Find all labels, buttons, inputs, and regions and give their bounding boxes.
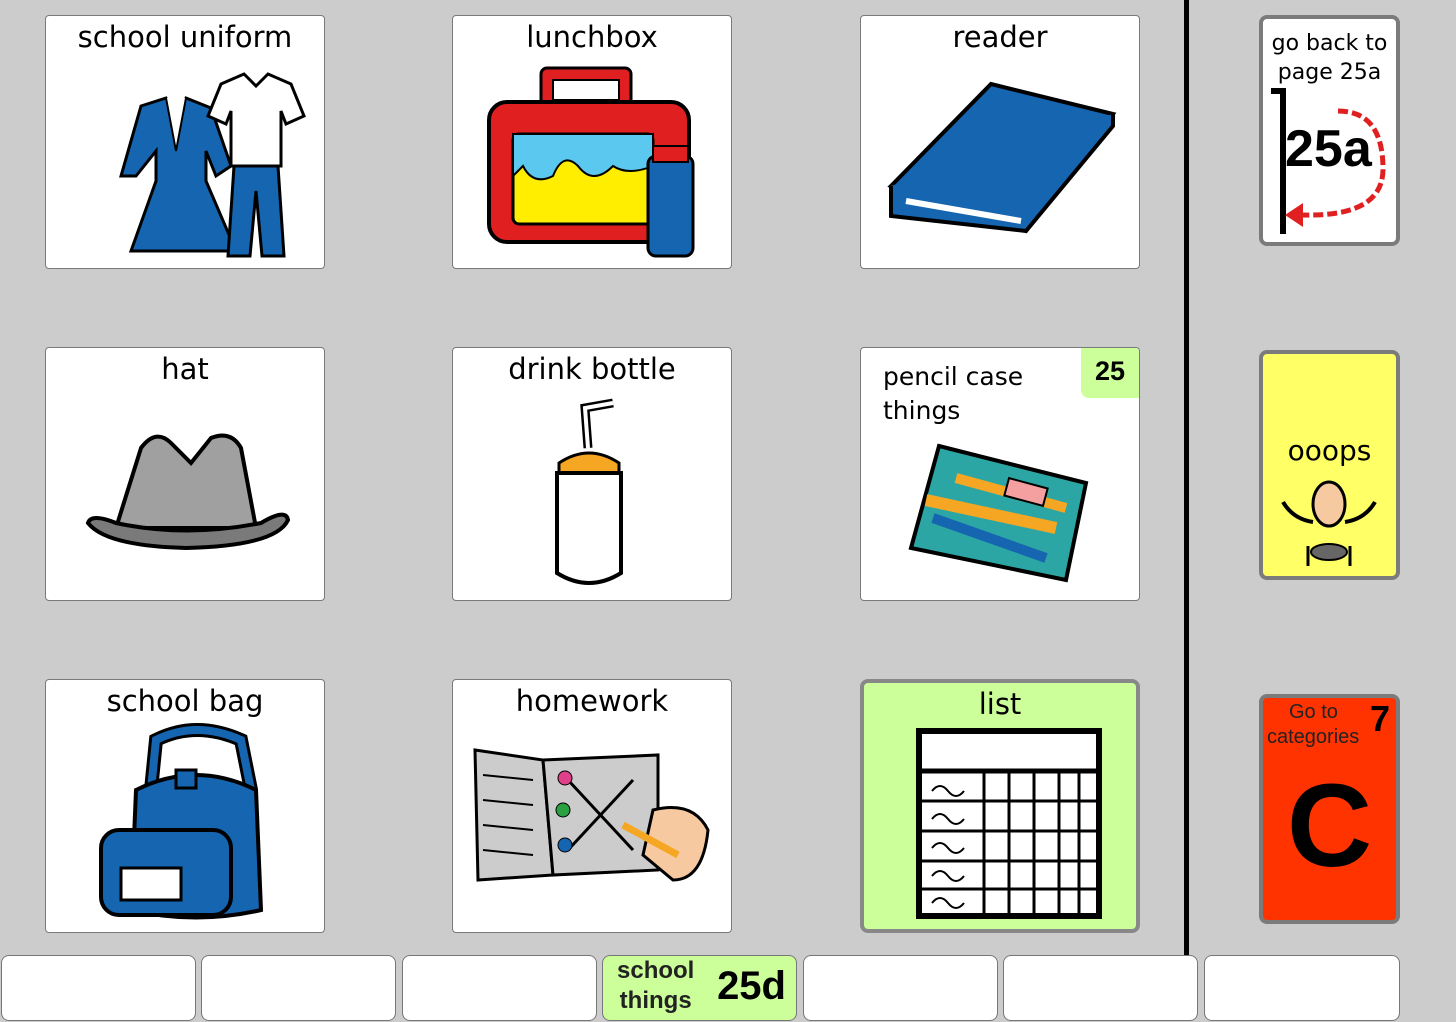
lunchbox-icon — [487, 66, 695, 258]
homework-button[interactable]: homework — [452, 679, 732, 933]
oops-button[interactable]: ooops — [1259, 350, 1400, 580]
tab-empty-2[interactable] — [201, 955, 396, 1021]
categories-badge: 7 — [1369, 698, 1390, 739]
school-uniform-icon — [119, 72, 306, 258]
drink-bottle-button[interactable]: drink bottle — [452, 347, 732, 601]
pencil-case-things-button[interactable]: pencil case things 25 — [860, 347, 1140, 601]
panel-divider — [1184, 0, 1189, 958]
falling-person-icon — [1281, 480, 1377, 566]
go-back-page: 25a — [1285, 120, 1372, 178]
go-back-button[interactable]: go back to page 25a 25a — [1259, 15, 1400, 246]
tab-empty-1[interactable] — [1, 955, 196, 1021]
school-uniform-button[interactable]: school uniform — [45, 15, 325, 269]
tab-empty-6[interactable] — [1003, 955, 1198, 1021]
school-bag-icon — [99, 723, 264, 920]
categories-letter: C — [1286, 760, 1373, 892]
homework-icon — [473, 748, 710, 882]
tab-empty-5[interactable] — [803, 955, 998, 1021]
tab-label-line1: school — [617, 957, 695, 984]
school-bag-button[interactable]: school bag — [45, 679, 325, 933]
tab-label-line2: things — [619, 987, 692, 1014]
list-grid-icon — [916, 728, 1102, 919]
hat-button[interactable]: hat — [45, 347, 325, 601]
tab-empty-7[interactable] — [1204, 955, 1400, 1021]
categories-line2: categories — [1267, 726, 1360, 748]
go-to-categories-button[interactable]: Go to categories 7 C — [1259, 694, 1400, 924]
drink-bottle-icon — [555, 398, 623, 585]
reader-book-icon — [887, 81, 1117, 234]
tab-page-number: 25d — [717, 964, 786, 1008]
reader-button[interactable]: reader — [860, 15, 1140, 269]
hat-icon — [85, 433, 291, 551]
list-button[interactable]: list — [860, 679, 1140, 933]
pencil-case-icon — [908, 443, 1089, 583]
tab-school-things[interactable]: school things 25d — [602, 955, 797, 1021]
categories-line1: Go to — [1289, 701, 1338, 723]
tab-empty-3[interactable] — [402, 955, 597, 1021]
lunchbox-button[interactable]: lunchbox — [452, 15, 732, 269]
